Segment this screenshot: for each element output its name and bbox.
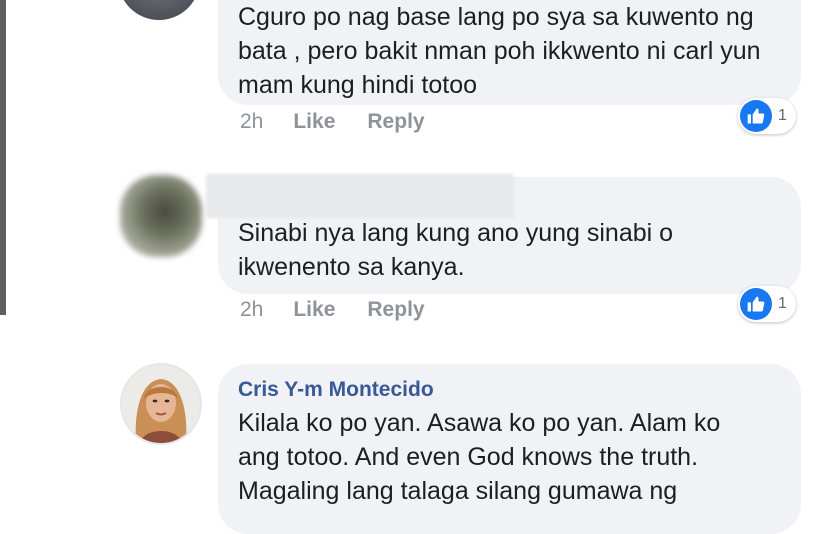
reply-button[interactable]: Reply <box>367 298 424 322</box>
comment-text: Cguro po nag base lang po sya sa kuwento… <box>238 3 761 99</box>
reaction-count: 1 <box>778 295 787 312</box>
like-button[interactable]: Like <box>293 110 335 134</box>
comment-time[interactable]: 2h <box>240 110 263 134</box>
comment-actions: 2h Like Reply <box>240 295 457 325</box>
reaction-badge[interactable]: 1 <box>738 286 796 322</box>
avatar[interactable] <box>118 0 200 20</box>
like-button[interactable]: Like <box>293 298 335 322</box>
comment-text: Kilala ko po yan. Asawa ko po yan. Alam … <box>238 409 721 505</box>
like-thumb-icon <box>740 288 772 320</box>
comment-time[interactable]: 2h <box>240 298 263 322</box>
reaction-badge[interactable]: 1 <box>738 98 796 134</box>
reaction-count: 1 <box>778 107 787 124</box>
comment-bubble: Cguro po nag base lang po sya sa kuwento… <box>218 0 801 105</box>
blurred-author-name <box>206 174 514 218</box>
avatar[interactable] <box>120 363 202 445</box>
left-edge-strip <box>0 0 6 315</box>
like-thumb-icon <box>740 100 772 132</box>
reply-button[interactable]: Reply <box>367 110 424 134</box>
comment-actions: 2h Like Reply <box>240 107 457 137</box>
comment-author-name[interactable]: Cris Y-m Montecido <box>238 376 781 404</box>
comment-text: Sinabi nya lang kung ano yung sinabi o i… <box>238 219 674 281</box>
avatar[interactable] <box>120 175 202 257</box>
comment-bubble: Cris Y-m Montecido Kilala ko po yan. Asa… <box>218 364 801 534</box>
profile-photo <box>122 365 200 443</box>
